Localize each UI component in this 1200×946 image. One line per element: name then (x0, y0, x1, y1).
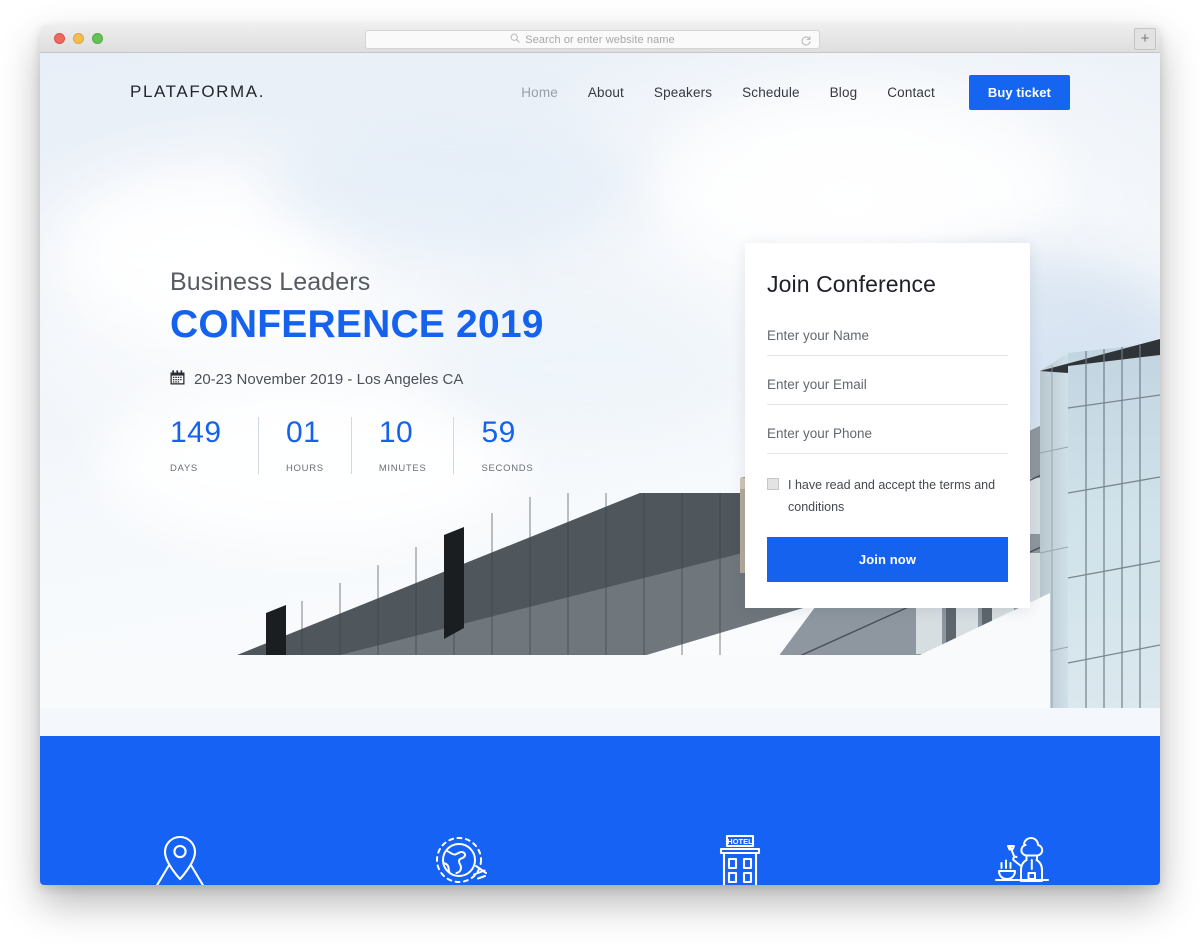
globe-plane-icon (430, 833, 490, 885)
join-conference-card: Join Conference I have read and accept t… (745, 243, 1030, 608)
site-navbar: PLATAFORMA. Home About Speakers Schedule… (40, 53, 1160, 131)
hero-eyebrow: Business Leaders (170, 268, 371, 296)
site-logo[interactable]: PLATAFORMA. (130, 82, 265, 102)
join-form-title: Join Conference (767, 271, 936, 297)
hero-content: Business Leaders CONFERENCE 2019 20-23 N… (170, 268, 560, 474)
hero-title: CONFERENCE 2019 (170, 303, 544, 346)
nav-link-home[interactable]: Home (521, 85, 558, 100)
address-bar[interactable]: Search or enter website name (365, 30, 820, 49)
minimize-window-button[interactable] (73, 33, 84, 44)
info-item-hotel[interactable]: HOTEL Hotel (600, 833, 880, 885)
terms-label: I have read and accept the terms and con… (788, 478, 996, 514)
info-item-restaurant[interactable]: Restaurant (880, 833, 1160, 885)
hero-date-row: 20-23 November 2019 - Los Angeles CA (170, 370, 560, 389)
countdown-value-days: 149 (170, 416, 222, 449)
join-now-button[interactable]: Join now (767, 536, 1008, 582)
page-viewport: PLATAFORMA. Home About Speakers Schedule… (40, 53, 1160, 885)
nav-link-blog[interactable]: Blog (830, 85, 858, 100)
countdown-label-minutes: MINUTES (378, 462, 427, 474)
close-window-button[interactable] (54, 33, 65, 44)
countdown-unit-minutes: 10 MINUTES (350, 416, 454, 474)
reload-icon[interactable] (800, 34, 812, 52)
search-icon (510, 33, 520, 46)
browser-window: Search or enter website name + PLATAFORM… (40, 25, 1160, 885)
window-controls (54, 33, 103, 44)
hero-date-text: 20-23 November 2019 - Los Angeles CA (194, 371, 464, 388)
zoom-window-button[interactable] (92, 33, 103, 44)
chef-cooking-icon (990, 833, 1050, 885)
nav-link-schedule[interactable]: Schedule (742, 85, 800, 100)
terms-row: I have read and accept the terms and con… (767, 475, 1008, 519)
info-item-transport[interactable]: Transport (320, 833, 600, 885)
map-pin-icon (150, 833, 210, 885)
name-input[interactable] (767, 320, 1008, 356)
nav-link-speakers[interactable]: Speakers (654, 85, 712, 100)
countdown-timer: 149 DAYS 01 HOURS 10 MINUTES 59 SECONDS (170, 417, 560, 474)
nav-link-contact[interactable]: Contact (887, 85, 935, 100)
hotel-building-icon: HOTEL (710, 833, 770, 885)
primary-navigation: Home About Speakers Schedule Blog Contac… (521, 74, 1070, 110)
countdown-value-hours: 01 (286, 416, 321, 449)
hero-section: PLATAFORMA. Home About Speakers Schedule… (40, 53, 1160, 708)
info-strip: Venue Transport (40, 736, 1160, 885)
nav-link-about[interactable]: About (588, 85, 624, 100)
countdown-unit-seconds: 59 SECONDS (453, 417, 560, 474)
countdown-unit-hours: 01 HOURS (258, 417, 351, 474)
countdown-label-days: DAYS (170, 462, 198, 474)
terms-checkbox[interactable] (767, 478, 779, 490)
svg-text:HOTEL: HOTEL (727, 837, 753, 846)
countdown-label-hours: HOURS (286, 462, 324, 474)
info-item-venue[interactable]: Venue (40, 833, 320, 885)
calendar-icon (170, 370, 185, 389)
countdown-value-seconds: 59 (481, 416, 516, 449)
countdown-unit-days: 149 DAYS (170, 417, 258, 474)
cloud-decoration (270, 113, 630, 253)
browser-chrome-bar: Search or enter website name + (40, 25, 1160, 53)
new-tab-button[interactable]: + (1134, 28, 1156, 50)
phone-input[interactable] (767, 418, 1008, 454)
address-bar-content: Search or enter website name (510, 33, 675, 46)
address-bar-placeholder: Search or enter website name (525, 33, 675, 46)
countdown-value-minutes: 10 (378, 416, 414, 449)
countdown-label-seconds: SECONDS (481, 462, 534, 474)
buy-ticket-button[interactable]: Buy ticket (968, 74, 1070, 110)
email-input[interactable] (767, 369, 1008, 405)
